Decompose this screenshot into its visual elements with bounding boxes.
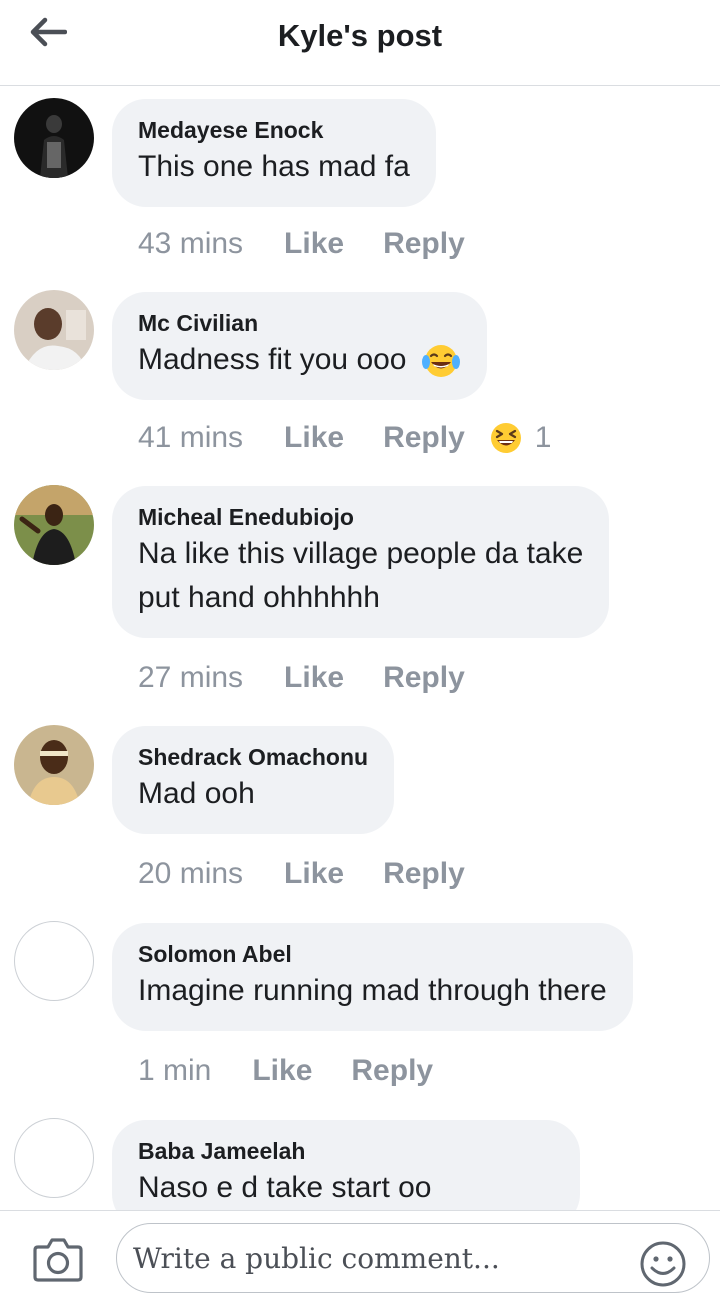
comment-text-content: Madness fit you ooo	[138, 343, 407, 376]
tears-of-joy-emoji	[421, 345, 460, 378]
smiley-icon	[640, 1241, 686, 1287]
comment-bubble[interactable]: Baba Jameelah Naso e d take start oo	[112, 1120, 580, 1210]
avatar[interactable]	[14, 1118, 94, 1198]
comment-text: Mad ooh	[138, 777, 255, 810]
reply-button[interactable]: Reply	[351, 1054, 433, 1088]
comment-actions: 20 mins Like Reply	[138, 854, 465, 894]
comment-actions: 27 mins Like Reply	[138, 658, 465, 698]
comment-text: This one has mad fa	[138, 150, 410, 183]
avatar[interactable]	[14, 725, 94, 805]
comment-text-line: put hand ohhhhhh	[138, 581, 380, 614]
comment-input[interactable]	[116, 1223, 710, 1293]
comment-author[interactable]: Solomon Abel	[138, 939, 607, 969]
comment-feed[interactable]: Medayese Enock This one has mad fa 43 mi…	[0, 86, 720, 1210]
comment-time[interactable]: 20 mins	[138, 857, 243, 891]
top-bar: Kyle's post	[0, 0, 720, 86]
comment-text: Naso e d take start oo	[138, 1171, 432, 1204]
like-button[interactable]: Like	[284, 857, 344, 891]
like-button[interactable]: Like	[252, 1054, 312, 1088]
reaction-count: 1	[534, 421, 552, 454]
comment-author[interactable]: Shedrack Omachonu	[138, 742, 368, 772]
reply-button[interactable]: Reply	[383, 661, 465, 695]
comment-author[interactable]: Medayese Enock	[138, 115, 410, 145]
comment-bubble[interactable]: Mc Civilian Madness fit you ooo	[112, 292, 487, 400]
comment-actions: 43 mins Like Reply	[138, 224, 465, 264]
comment-time[interactable]: 1 min	[138, 1054, 211, 1088]
comment-text: Imagine running mad through there	[138, 974, 607, 1007]
page-title: Kyle's post	[277, 18, 443, 53]
comment-time[interactable]: 27 mins	[138, 661, 243, 695]
reply-button[interactable]: Reply	[383, 227, 465, 261]
reply-button[interactable]: Reply	[383, 421, 465, 455]
reaction-summary[interactable]: 1	[489, 421, 552, 455]
comment-time[interactable]: 43 mins	[138, 227, 243, 261]
comment-text-line: Na like this village people da take	[138, 537, 584, 570]
emoji-button[interactable]	[638, 1239, 688, 1289]
comment-bubble[interactable]: Shedrack Omachonu Mad ooh	[112, 726, 395, 834]
camera-button[interactable]	[32, 1235, 84, 1283]
laughing-squint-emoji	[490, 423, 521, 453]
comment-bubble[interactable]: Micheal Enedubiojo Na like this village …	[112, 486, 610, 638]
comment-text: Madness fit you ooo	[138, 338, 461, 382]
comment-actions: 1 min Like Reply	[138, 1051, 433, 1091]
comment-time[interactable]: 41 mins	[138, 421, 243, 455]
comment-composer	[0, 1210, 720, 1304]
reply-button[interactable]: Reply	[383, 857, 465, 891]
comment-author[interactable]: Micheal Enedubiojo	[138, 502, 583, 532]
like-button[interactable]: Like	[284, 661, 344, 695]
avatar[interactable]	[14, 485, 94, 565]
avatar[interactable]	[14, 98, 94, 178]
avatar[interactable]	[14, 290, 94, 370]
comment-actions: 41 mins Like Reply 1	[138, 418, 551, 458]
like-button[interactable]: Like	[284, 227, 344, 261]
comment-author[interactable]: Mc Civilian	[138, 308, 461, 338]
comment-author[interactable]: Baba Jameelah	[138, 1136, 432, 1166]
like-button[interactable]: Like	[284, 421, 344, 455]
avatar[interactable]	[14, 921, 94, 1001]
camera-icon	[33, 1238, 83, 1282]
comment-bubble[interactable]: Medayese Enock This one has mad fa	[112, 99, 436, 207]
comment-bubble[interactable]: Solomon Abel Imagine running mad through…	[112, 923, 633, 1031]
